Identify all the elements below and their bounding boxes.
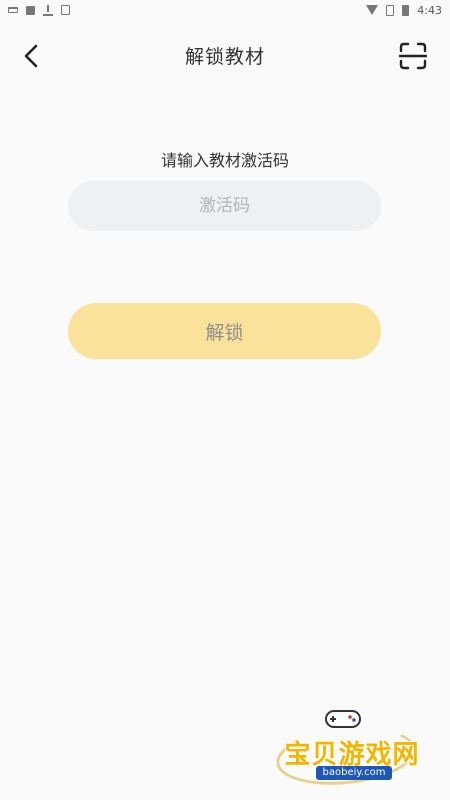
activation-code-input[interactable] — [68, 181, 381, 231]
status-time: 4:43 — [417, 3, 442, 17]
status-right-icons: 4:43 — [366, 4, 442, 17]
unlock-button[interactable]: 解锁 — [68, 303, 381, 359]
scan-button[interactable] — [398, 41, 428, 71]
download-icon — [43, 4, 53, 16]
status-bar: 4:43 — [0, 0, 450, 20]
watermark-logo: 宝贝游戏网 baobeiy.com — [268, 700, 436, 792]
page-title: 解锁教材 — [184, 46, 265, 68]
image-icon — [26, 5, 35, 15]
box-icon — [61, 5, 70, 15]
activation-code-prompt: 请输入教材激活码 — [160, 151, 289, 170]
wifi-icon — [366, 5, 379, 15]
status-left-icons — [8, 4, 70, 16]
header: 解锁教材 — [0, 30, 450, 82]
watermark-url: baobeiy.com — [316, 766, 392, 780]
scan-icon — [399, 42, 427, 70]
gamepad-icon — [325, 710, 361, 728]
sim-icon — [386, 4, 395, 16]
unlock-textbook-screen: 4:43 解锁教材 请输入教材激活码 解锁 — [0, 0, 450, 800]
battery-icon — [402, 4, 410, 16]
message-icon — [8, 7, 18, 13]
